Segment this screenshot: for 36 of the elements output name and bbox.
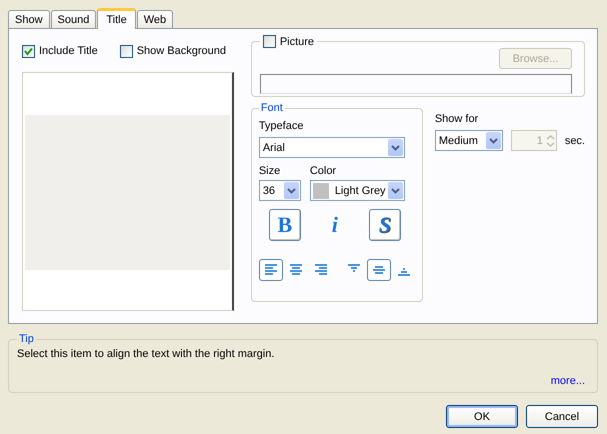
tab[interactable]: Web: [136, 10, 174, 28]
checkbox-label: Include Title: [39, 45, 98, 57]
show-for-label: Show for: [434, 113, 480, 125]
align-left-button[interactable]: [258, 259, 283, 281]
align-right-icon: [312, 263, 329, 277]
group-title: Font: [260, 102, 284, 114]
group-title: Tip: [18, 333, 35, 345]
checkbox-label: Picture: [280, 36, 314, 48]
spinner-arrows-icon: [544, 132, 556, 148]
color-label: Color: [310, 165, 338, 177]
checkbox[interactable]: [22, 44, 35, 58]
tip-text: Select this item to align the text with the right margin.: [17, 348, 276, 360]
unit-label: sec.: [564, 134, 585, 146]
tab[interactable]: Show: [8, 10, 50, 28]
path-field[interactable]: [260, 74, 572, 94]
typeface-label: Typeface: [258, 120, 304, 132]
dialog-button[interactable]: OK: [446, 405, 518, 428]
bold-button[interactable]: B: [268, 209, 301, 241]
align-center-icon: [288, 263, 304, 277]
italic-button[interactable]: i: [318, 209, 351, 241]
duration-dropdown[interactable]: Medium: [434, 130, 503, 151]
tab[interactable]: Title: [97, 8, 136, 29]
align-left-icon: [262, 263, 279, 277]
align-middle-button[interactable]: [366, 259, 391, 281]
checkbox-label: Show Background: [136, 45, 226, 57]
dialog-button[interactable]: Cancel: [526, 405, 598, 428]
typeface-dropdown[interactable]: Arial: [258, 137, 405, 158]
checkbox[interactable]: [262, 35, 276, 48]
more-link[interactable]: more...: [550, 375, 585, 387]
shadow-button[interactable]: S: [368, 209, 401, 241]
tab[interactable]: Sound: [50, 10, 96, 28]
size-label: Size: [258, 165, 282, 177]
checkbox[interactable]: [120, 44, 133, 58]
color-dropdown[interactable]: Light Grey: [310, 180, 405, 201]
size-dropdown[interactable]: 36: [258, 180, 301, 201]
align-middle-icon: [370, 263, 387, 277]
